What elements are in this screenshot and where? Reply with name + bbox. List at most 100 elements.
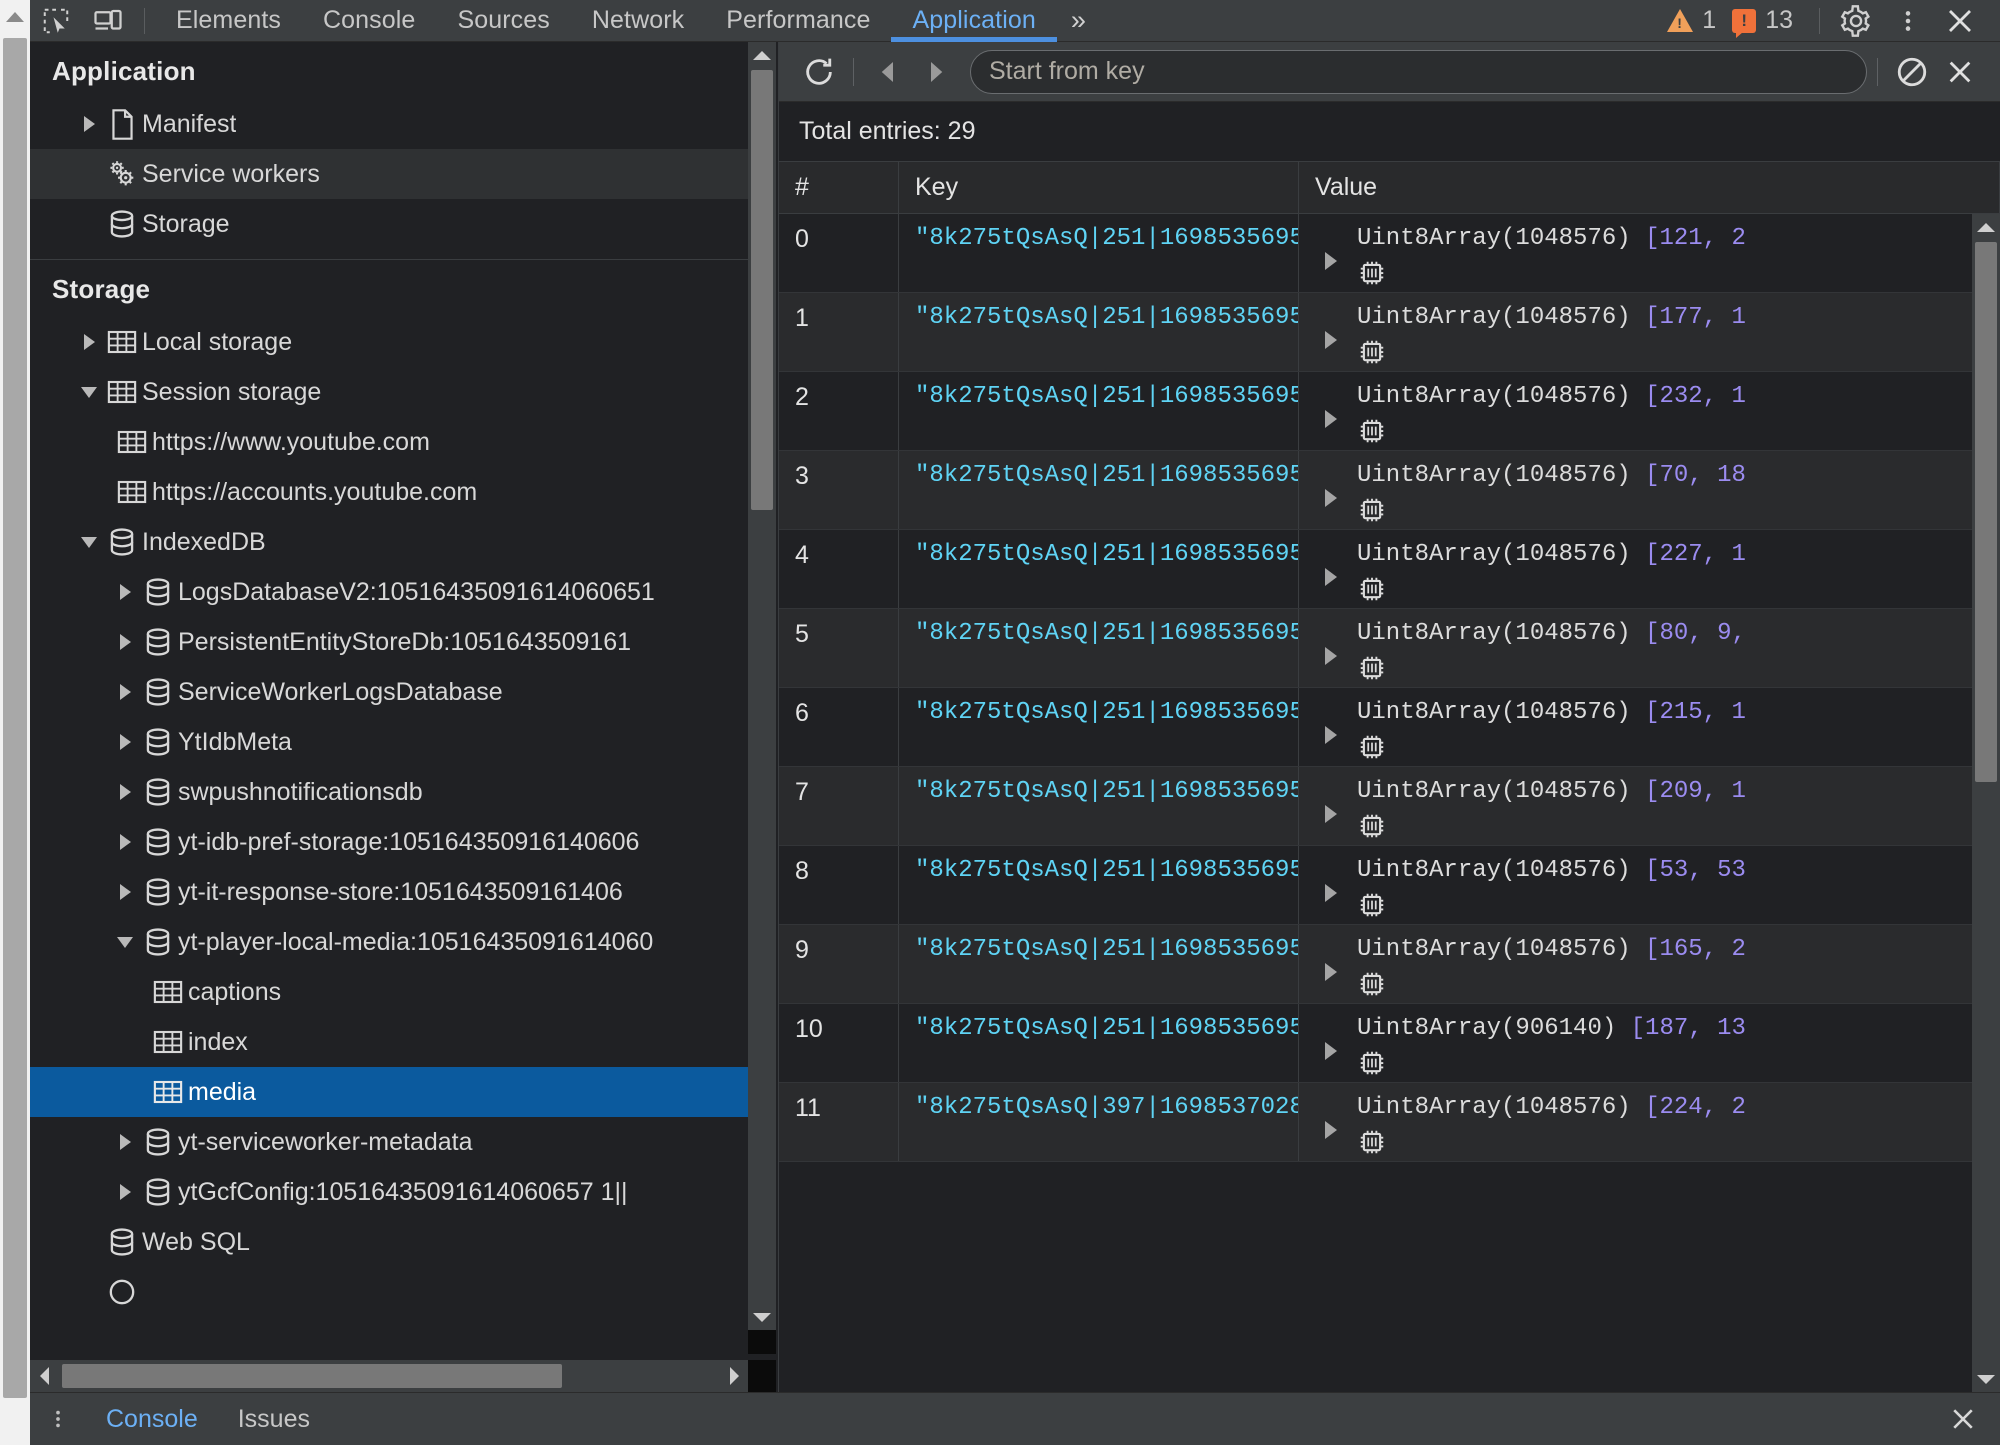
grid-vertical-scrollbar[interactable]	[1972, 214, 2000, 1392]
gear-icon[interactable]	[1830, 0, 1882, 42]
sidebar-item-session-accounts-youtube[interactable]: https://accounts.youtube.com	[30, 467, 758, 517]
table-row[interactable]: 0"8k275tQsAsQ|251|1698535695...Uint8Arra…	[779, 214, 2000, 293]
inspect-element-icon[interactable]	[30, 0, 82, 42]
sidebar-item-swpushnotificationsdb[interactable]: swpushnotificationsdb	[30, 767, 758, 817]
sidebar-item-partial-next[interactable]	[30, 1267, 758, 1317]
column-header-value[interactable]: Value	[1299, 162, 2000, 213]
refresh-icon[interactable]	[795, 48, 843, 96]
expand-value-icon[interactable]	[1325, 331, 1337, 349]
sidebar-item-session-youtube[interactable]: https://www.youtube.com	[30, 417, 758, 467]
row-key-cell[interactable]: "8k275tQsAsQ|251|1698535695...	[899, 767, 1299, 845]
chevron-right-icon[interactable]	[112, 684, 138, 700]
sidebar-vertical-scrollbar[interactable]	[748, 42, 776, 1354]
row-value-cell[interactable]: Uint8Array(1048576) [121, 2	[1299, 214, 2000, 292]
page-scroll-up-button[interactable]	[0, 0, 30, 34]
row-key-cell[interactable]: "8k275tQsAsQ|251|1698535695...	[899, 451, 1299, 529]
expand-value-icon[interactable]	[1325, 410, 1337, 428]
sidebar-scroll-up-button[interactable]	[748, 42, 776, 68]
sidebar-scroll-right-button[interactable]	[720, 1360, 748, 1392]
error-counter[interactable]: 13	[1732, 6, 1793, 38]
overflow-menu-icon[interactable]	[1882, 0, 1934, 42]
expand-value-icon[interactable]	[1325, 647, 1337, 665]
sidebar-scroll-left-button[interactable]	[30, 1360, 58, 1392]
sidebar-item-persistententitystoredb[interactable]: PersistentEntityStoreDb:1051643509161	[30, 617, 758, 667]
chevron-right-icon[interactable]	[112, 884, 138, 900]
chevron-down-icon[interactable]	[76, 386, 102, 398]
table-row[interactable]: 4"8k275tQsAsQ|251|1698535695...Uint8Arra…	[779, 530, 2000, 609]
drawer-tab-console[interactable]: Console	[86, 1393, 218, 1445]
row-key-cell[interactable]: "8k275tQsAsQ|251|1698535695...	[899, 688, 1299, 766]
sidebar-item-logsdatabasev2[interactable]: LogsDatabaseV2:10516435091614060651	[30, 567, 758, 617]
sidebar-scroll-thumb[interactable]	[751, 70, 773, 510]
sidebar-item-indexeddb[interactable]: IndexedDB	[30, 517, 758, 567]
row-key-cell[interactable]: "8k275tQsAsQ|251|1698535695...	[899, 293, 1299, 371]
sidebar-item-yt-it-response-store[interactable]: yt-it-response-store:1051643509161406	[30, 867, 758, 917]
sidebar-item-yt-serviceworker-metadata[interactable]: yt-serviceworker-metadata	[30, 1117, 758, 1167]
grid-scroll-thumb[interactable]	[1975, 242, 1997, 782]
row-key-cell[interactable]: "8k275tQsAsQ|251|1698535695...	[899, 530, 1299, 608]
table-row[interactable]: 5"8k275tQsAsQ|251|1698535695...Uint8Arra…	[779, 609, 2000, 688]
sidebar-item-yt-idb-pref-storage[interactable]: yt-idb-pref-storage:105164350916140606	[30, 817, 758, 867]
expand-value-icon[interactable]	[1325, 805, 1337, 823]
tab-sources[interactable]: Sources	[436, 0, 570, 42]
expand-value-icon[interactable]	[1325, 726, 1337, 744]
sidebar-item-media[interactable]: media	[30, 1067, 758, 1117]
expand-value-icon[interactable]	[1325, 884, 1337, 902]
row-key-cell[interactable]: "8k275tQsAsQ|251|1698535695...	[899, 1004, 1299, 1082]
chevron-right-icon[interactable]	[112, 784, 138, 800]
sidebar-item-local-storage[interactable]: Local storage	[30, 317, 758, 367]
row-value-cell[interactable]: Uint8Array(1048576) [224, 2	[1299, 1083, 2000, 1161]
sidebar-item-serviceworkerlogsdatabase[interactable]: ServiceWorkerLogsDatabase	[30, 667, 758, 717]
sidebar-item-captions[interactable]: captions	[30, 967, 758, 1017]
row-value-cell[interactable]: Uint8Array(1048576) [215, 1	[1299, 688, 2000, 766]
expand-value-icon[interactable]	[1325, 252, 1337, 270]
sidebar-item-index[interactable]: index	[30, 1017, 758, 1067]
row-value-cell[interactable]: Uint8Array(1048576) [165, 2	[1299, 925, 2000, 1003]
table-row[interactable]: 2"8k275tQsAsQ|251|1698535695...Uint8Arra…	[779, 372, 2000, 451]
row-key-cell[interactable]: "8k275tQsAsQ|251|1698535695...	[899, 609, 1299, 687]
sidebar-item-storage[interactable]: Storage	[30, 199, 758, 249]
sidebar-item-yt-player-local-media[interactable]: yt-player-local-media:10516435091614060	[30, 917, 758, 967]
row-value-cell[interactable]: Uint8Array(906140) [187, 13	[1299, 1004, 2000, 1082]
chevron-right-icon[interactable]	[112, 834, 138, 850]
column-header-key[interactable]: Key	[899, 162, 1299, 213]
column-header-index[interactable]: #	[779, 162, 899, 213]
chevron-right-icon[interactable]	[112, 1184, 138, 1200]
sidebar-item-session-storage[interactable]: Session storage	[30, 367, 758, 417]
row-value-cell[interactable]: Uint8Array(1048576) [53, 53	[1299, 846, 2000, 924]
sidebar-hscroll-thumb[interactable]	[62, 1364, 562, 1388]
drawer-tab-issues[interactable]: Issues	[218, 1393, 330, 1445]
next-page-icon[interactable]	[912, 48, 960, 96]
clear-object-store-icon[interactable]	[1888, 48, 1936, 96]
chevron-right-icon[interactable]	[112, 1134, 138, 1150]
row-value-cell[interactable]: Uint8Array(1048576) [227, 1	[1299, 530, 2000, 608]
sidebar-scroll-down-button[interactable]	[748, 1304, 776, 1330]
close-icon[interactable]	[1934, 0, 1986, 42]
tab-network[interactable]: Network	[571, 0, 705, 42]
previous-page-icon[interactable]	[864, 48, 912, 96]
table-row[interactable]: 10"8k275tQsAsQ|251|1698535695...Uint8Arr…	[779, 1004, 2000, 1083]
row-key-cell[interactable]: "8k275tQsAsQ|251|1698535695...	[899, 846, 1299, 924]
chevron-right-icon[interactable]	[112, 584, 138, 600]
expand-value-icon[interactable]	[1325, 1042, 1337, 1060]
chevron-down-icon[interactable]	[112, 936, 138, 948]
sidebar-item-service-workers[interactable]: Service workers	[30, 149, 758, 199]
chevron-right-icon[interactable]	[76, 116, 102, 132]
sidebar-item-ytidbmeta[interactable]: YtIdbMeta	[30, 717, 758, 767]
expand-value-icon[interactable]	[1325, 568, 1337, 586]
expand-value-icon[interactable]	[1325, 963, 1337, 981]
table-row[interactable]: 7"8k275tQsAsQ|251|1698535695...Uint8Arra…	[779, 767, 2000, 846]
device-toolbar-icon[interactable]	[82, 0, 134, 42]
table-row[interactable]: 3"8k275tQsAsQ|251|1698535695...Uint8Arra…	[779, 451, 2000, 530]
chevron-down-icon[interactable]	[76, 536, 102, 548]
table-row[interactable]: 8"8k275tQsAsQ|251|1698535695...Uint8Arra…	[779, 846, 2000, 925]
table-row[interactable]: 9"8k275tQsAsQ|251|1698535695...Uint8Arra…	[779, 925, 2000, 1004]
row-key-cell[interactable]: "8k275tQsAsQ|251|1698535695...	[899, 925, 1299, 1003]
grid-scroll-up-button[interactable]	[1972, 214, 2000, 240]
sidebar-item-web-sql[interactable]: Web SQL	[30, 1217, 758, 1267]
sidebar-horizontal-scrollbar[interactable]	[30, 1360, 776, 1392]
drawer-menu-icon[interactable]	[30, 1405, 86, 1433]
table-row[interactable]: 6"8k275tQsAsQ|251|1698535695...Uint8Arra…	[779, 688, 2000, 767]
row-key-cell[interactable]: "8k275tQsAsQ|251|1698535695...	[899, 214, 1299, 292]
expand-value-icon[interactable]	[1325, 1121, 1337, 1139]
